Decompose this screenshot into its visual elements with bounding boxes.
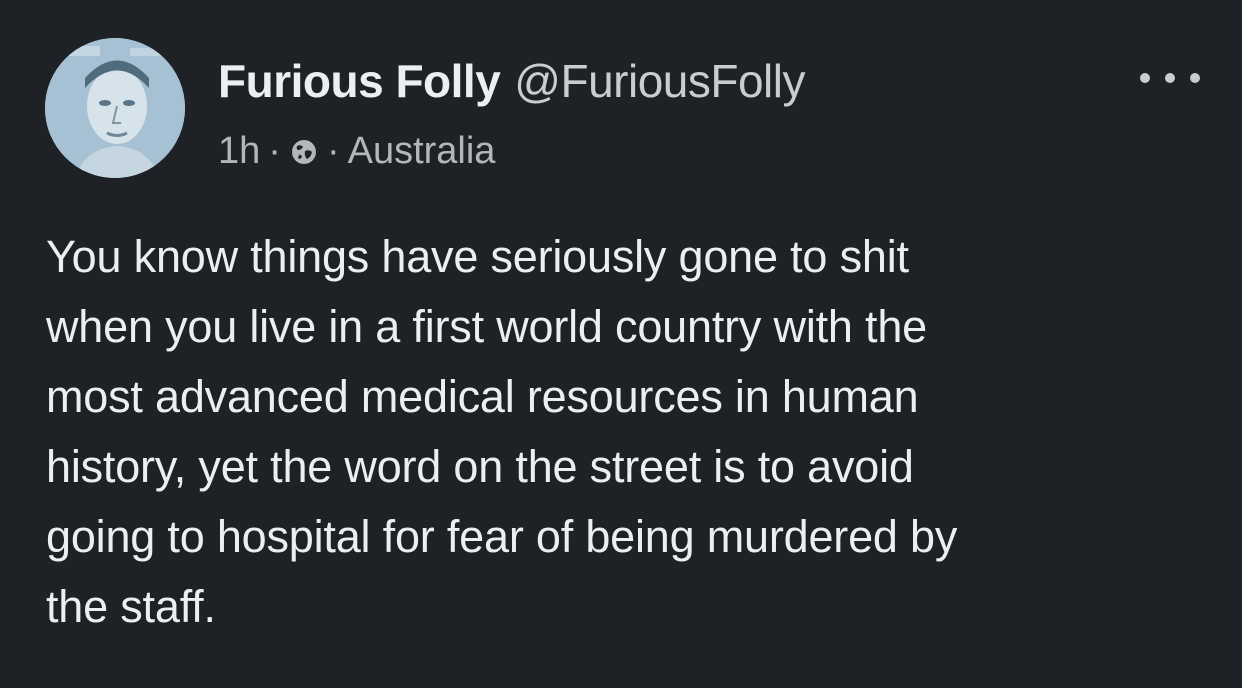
meta-separator: · xyxy=(268,130,281,172)
post-body-line: history, yet the word on the street is t… xyxy=(46,441,914,492)
post-body-line: the staff. xyxy=(46,581,216,632)
post-body-line: You know things have seriously gone to s… xyxy=(46,231,909,282)
post-body-line: when you live in a first world country w… xyxy=(46,301,927,352)
post-header: Furious Folly @FuriousFolly xyxy=(218,54,805,108)
post-body-line: going to hospital for fear of being murd… xyxy=(46,511,958,562)
author-handle[interactable]: @FuriousFolly xyxy=(514,55,805,107)
more-options-icon[interactable] xyxy=(1140,58,1200,98)
meta-separator: · xyxy=(326,130,340,172)
post-card: Furious Folly @FuriousFolly 1h · · Austra… xyxy=(0,0,1242,688)
post-meta: 1h · · Australia xyxy=(218,130,495,173)
globe-icon xyxy=(289,137,319,167)
avatar[interactable] xyxy=(45,38,185,178)
more-dot xyxy=(1165,73,1175,83)
post-time[interactable]: 1h xyxy=(218,130,260,173)
post-location: Australia xyxy=(347,130,496,172)
post-body-line: most advanced medical resources in human xyxy=(46,371,919,422)
author-name[interactable]: Furious Folly xyxy=(218,55,501,107)
more-dot xyxy=(1190,73,1200,83)
more-dot xyxy=(1140,73,1150,83)
post-body: You know things have seriously gone to s… xyxy=(46,222,1216,642)
avatar-portrait-image xyxy=(45,38,185,178)
